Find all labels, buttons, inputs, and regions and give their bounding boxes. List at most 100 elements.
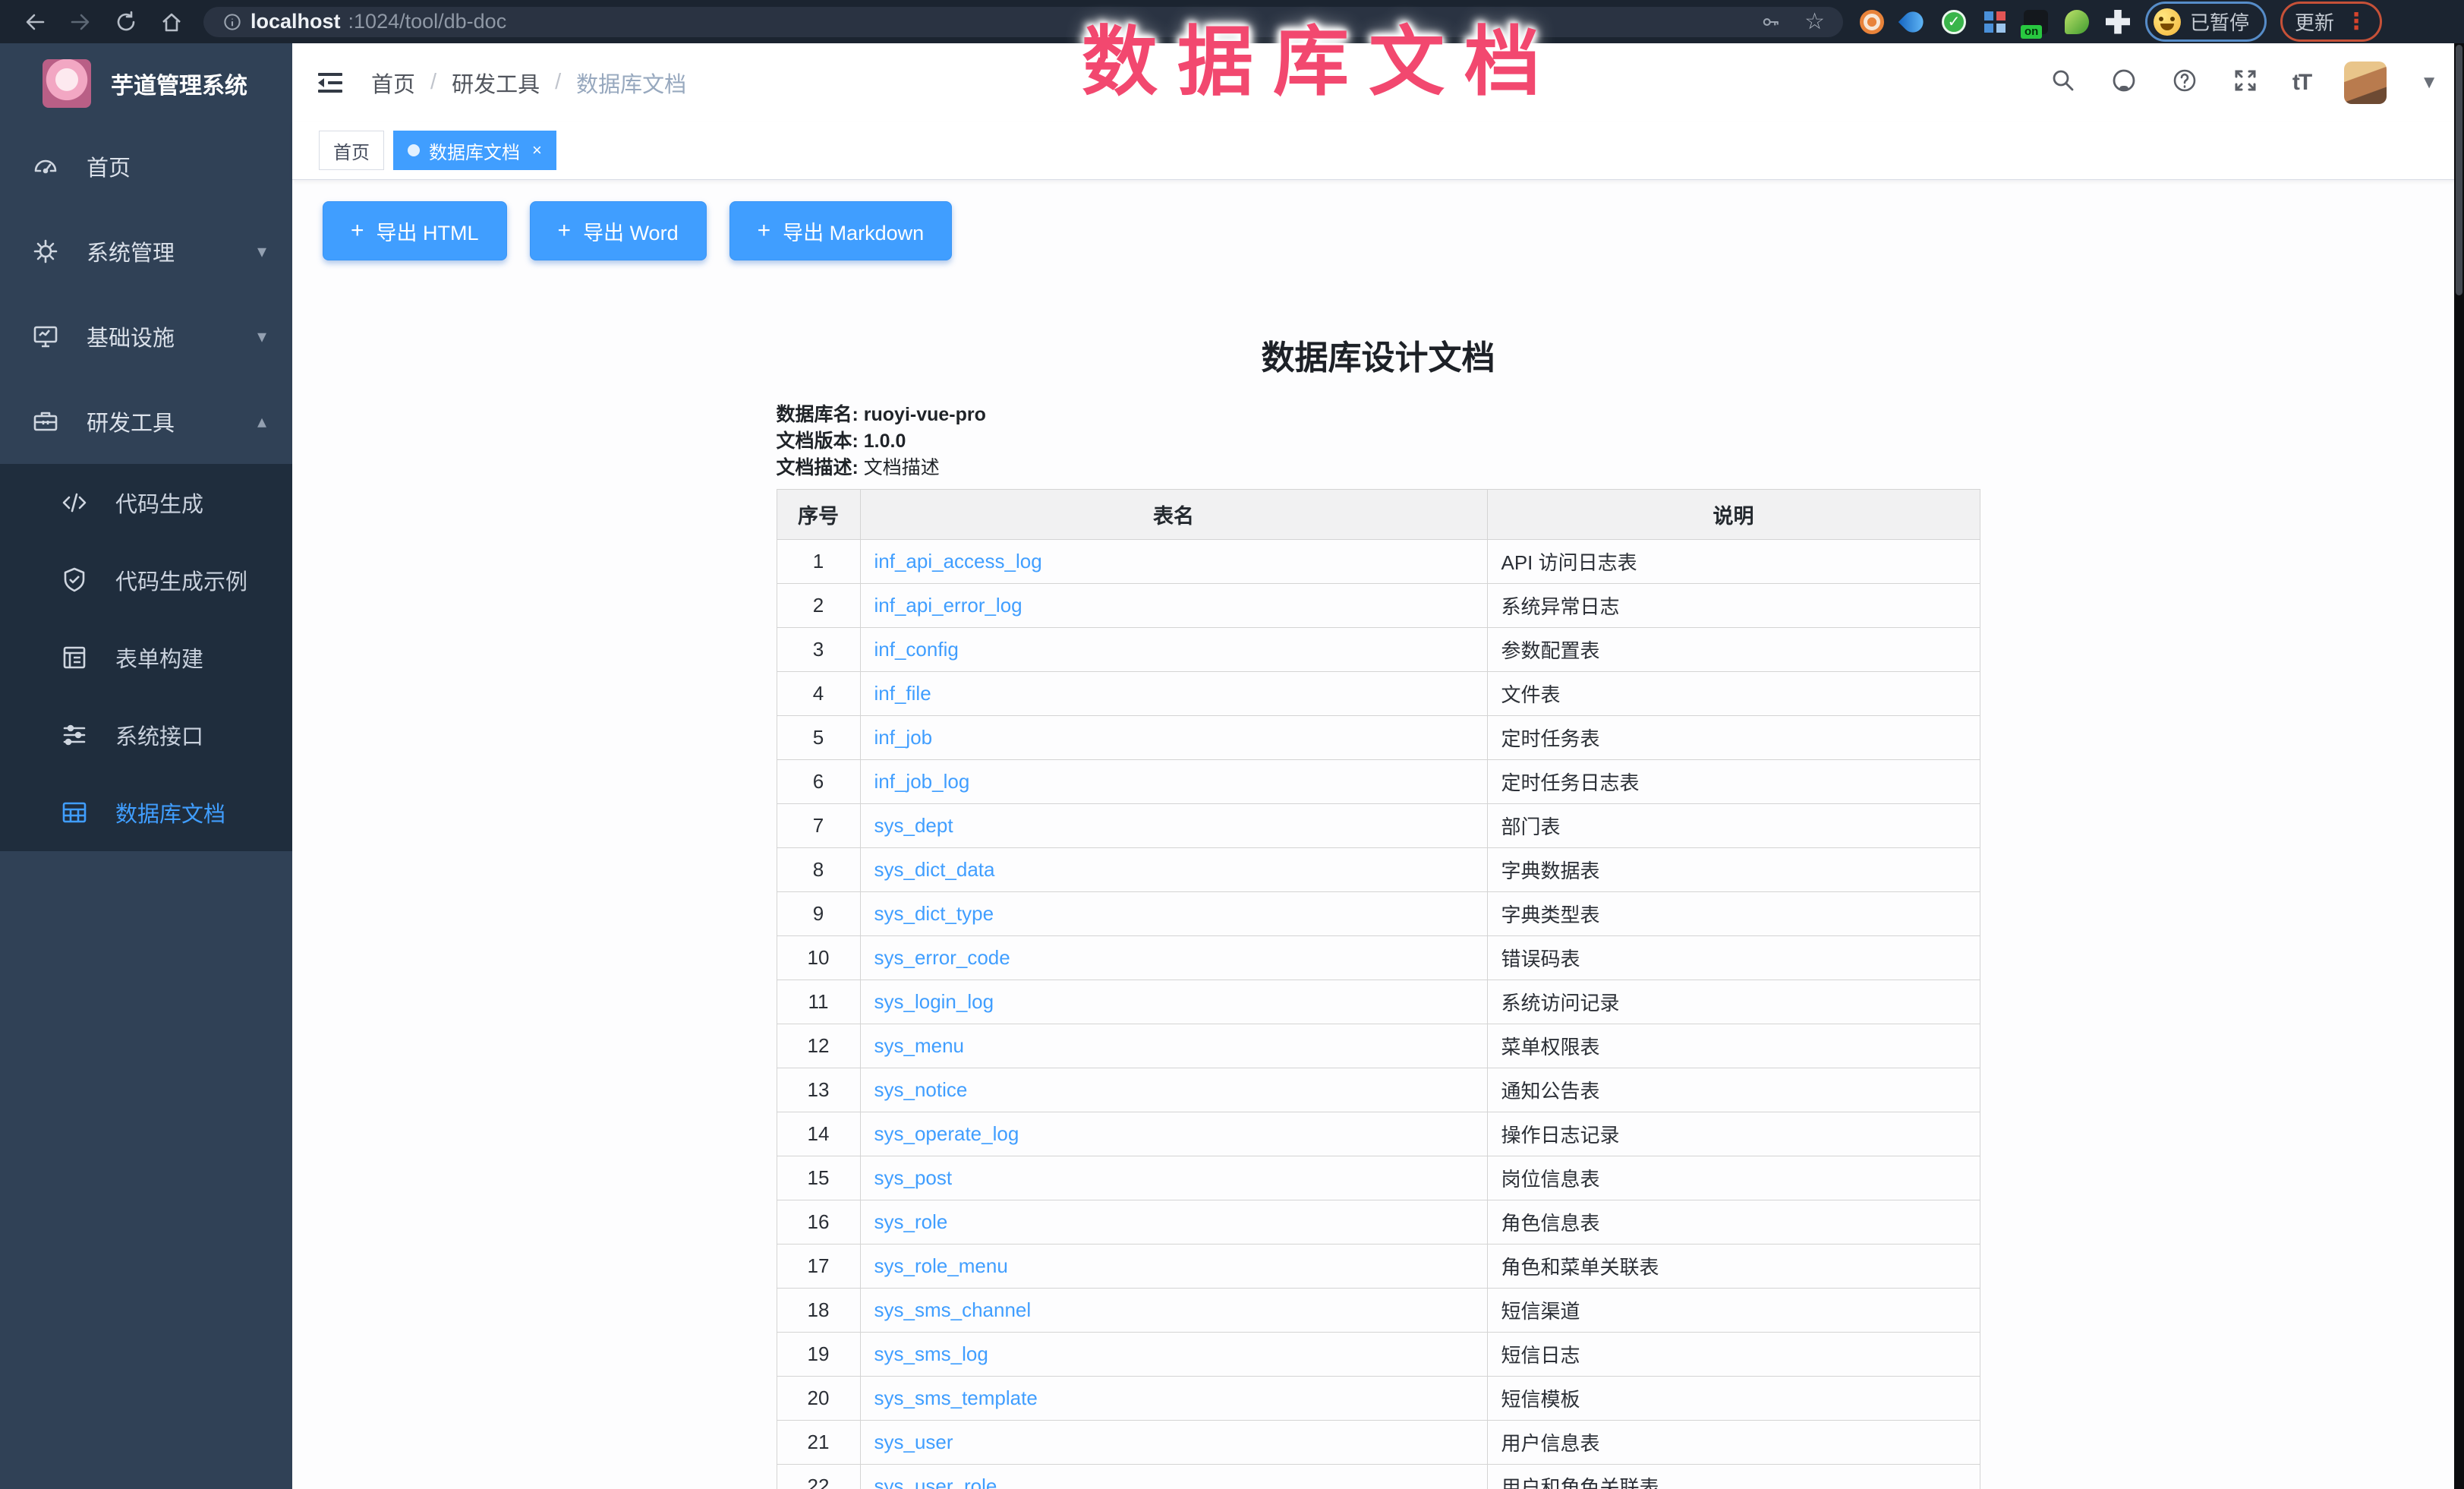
green-sprout-extension-icon[interactable] [2065, 10, 2089, 34]
row-index: 19 [777, 1333, 860, 1377]
table-description: 短信渠道 [1487, 1289, 1980, 1333]
sidebar-item-1[interactable]: 首页 [0, 124, 292, 209]
grid-extension-icon[interactable] [1983, 10, 2007, 34]
table-row: 18 sys_sms_channel 短信渠道 [777, 1289, 1980, 1333]
table-name-link[interactable]: sys_user [874, 1431, 953, 1453]
blue-pin-extension-icon[interactable] [1898, 7, 1927, 36]
chevron-down-icon[interactable]: ▼ [2420, 72, 2438, 93]
dashboard-icon [32, 153, 64, 180]
close-icon[interactable]: × [532, 140, 542, 160]
row-index: 4 [777, 672, 860, 716]
font-size-icon[interactable]: tT [2292, 70, 2311, 96]
code-icon [61, 489, 93, 516]
sidebar-subitem-5[interactable]: 数据库文档 [0, 774, 292, 851]
table-row: 21sys_user用户信息表 [777, 1421, 1980, 1465]
table-name-link[interactable]: sys_sms_channel [874, 1298, 1032, 1321]
orange-ring-extension-icon[interactable] [1860, 10, 1884, 34]
sidebar-subitem-label: 代码生成 [115, 487, 203, 519]
browser-update-button[interactable]: 更新 ⋮ [2280, 2, 2382, 42]
bookmark-star-icon[interactable]: ☆ [1804, 8, 1825, 35]
table-description: 错误码表 [1487, 936, 1980, 980]
sidebar-logo[interactable]: 芋道管理系统 [0, 43, 292, 124]
table-name-link[interactable]: sys_role_menu [874, 1254, 1008, 1277]
password-key-icon[interactable] [1760, 11, 1782, 33]
main-area: 首页/研发工具/数据库文档 tT ▼ 首页数据库文档× [292, 43, 2464, 1489]
update-label: 更新 [2295, 8, 2334, 36]
sidebar-subitem-1[interactable]: 代码生成 [0, 464, 292, 541]
tab-1[interactable]: 首页 [319, 131, 384, 170]
table-name-link[interactable]: sys_error_code [874, 946, 1010, 969]
sidebar-subitem-label: 代码生成示例 [115, 564, 247, 596]
table-name-link[interactable]: sys_role [874, 1210, 948, 1233]
shield-check-icon [61, 566, 93, 594]
table-name-link[interactable]: inf_job [874, 726, 933, 749]
green-check-extension-icon[interactable]: ✓ [1942, 10, 1966, 34]
table-name-link[interactable]: sys_login_log [874, 990, 994, 1013]
browser-home-icon[interactable] [149, 10, 194, 34]
table-description: 岗位信息表 [1487, 1156, 1980, 1200]
tab-label: 数据库文档 [429, 137, 520, 164]
table-name-link[interactable]: inf_file [874, 682, 931, 705]
fullscreen-icon[interactable] [2232, 67, 2259, 98]
tab-2[interactable]: 数据库文档 × [393, 131, 556, 170]
table-name-link[interactable]: sys_dept [874, 814, 953, 837]
table-name-link[interactable]: sys_sms_log [874, 1342, 988, 1365]
row-index: 18 [777, 1289, 860, 1333]
table-row: 2inf_api_error_log系统异常日志 [777, 584, 1980, 628]
table-name-link[interactable]: inf_job_log [874, 770, 970, 793]
sidebar-item-2[interactable]: 系统管理▾ [0, 209, 292, 294]
doc-meta: 数据库名: ruoyi-vue-pro文档版本: 1.0.0文档描述: 文档描述 [777, 402, 1980, 481]
table-name-link[interactable]: sys_user_role [874, 1475, 997, 1489]
browser-back-icon[interactable] [12, 10, 58, 34]
table-name-link[interactable]: inf_api_access_log [874, 550, 1042, 573]
toolbox-icon [32, 408, 64, 435]
table-name-link[interactable]: sys_menu [874, 1034, 965, 1057]
sidebar: 芋道管理系统 首页系统管理▾基础设施▾研发工具▴ 代码生成代码生成示例表单构建系… [0, 43, 292, 1489]
table-name-link[interactable]: sys_dict_data [874, 858, 995, 881]
scrollbar-thumb[interactable] [2456, 45, 2462, 295]
breadcrumb-item-1[interactable]: 首页 [371, 67, 415, 99]
sidebar-subitem-4[interactable]: 系统接口 [0, 696, 292, 774]
breadcrumb-item-3: 数据库文档 [576, 67, 686, 99]
sidebar-collapse-icon[interactable] [315, 68, 345, 98]
browser-menu-icon[interactable]: ⋮ [2345, 11, 2368, 33]
row-index: 13 [777, 1068, 860, 1112]
sidebar-item-4[interactable]: 研发工具▴ [0, 379, 292, 464]
site-info-icon[interactable] [222, 11, 243, 33]
export-button-2[interactable]: +导出 Word [530, 201, 707, 260]
sidebar-subitem-label: 表单构建 [115, 642, 203, 674]
sidebar-subitem-3[interactable]: 表单构建 [0, 619, 292, 696]
table-name-link[interactable]: sys_dict_type [874, 902, 994, 925]
row-index: 8 [777, 848, 860, 892]
table-name-link[interactable]: inf_api_error_log [874, 594, 1022, 617]
help-icon[interactable] [2171, 67, 2198, 98]
on-badge-extension-icon[interactable]: on [2024, 10, 2048, 34]
sidebar-subitem-label: 系统接口 [115, 719, 203, 751]
doc-title: 数据库设计文档 [777, 330, 1980, 379]
table-name-link[interactable]: sys_post [874, 1166, 953, 1189]
breadcrumb-separator: / [430, 70, 436, 95]
table-name-link[interactable]: sys_operate_log [874, 1122, 1019, 1145]
table-name-link[interactable]: inf_config [874, 638, 959, 661]
user-avatar[interactable] [2344, 62, 2387, 104]
github-icon[interactable] [2110, 67, 2138, 98]
breadcrumb-item-2[interactable]: 研发工具 [452, 67, 540, 99]
export-button-3[interactable]: +导出 Markdown [729, 201, 953, 260]
browser-reload-icon[interactable] [103, 10, 149, 34]
browser-forward-icon[interactable] [58, 10, 103, 34]
row-index: 16 [777, 1200, 860, 1245]
address-bar[interactable]: localhost:1024/tool/db-doc ☆ [203, 7, 1843, 37]
table-name-link[interactable]: sys_notice [874, 1078, 968, 1101]
profile-paused-badge[interactable]: 已暂停 [2145, 2, 2267, 42]
sidebar-item-3[interactable]: 基础设施▾ [0, 294, 292, 379]
page-scrollbar[interactable] [2454, 43, 2464, 1489]
table-row: 20sys_sms_template短信模板 [777, 1377, 1980, 1421]
sidebar-subitem-2[interactable]: 代码生成示例 [0, 541, 292, 619]
search-icon[interactable] [2050, 67, 2077, 98]
extension-toolbar: ✓ on [1860, 10, 2130, 34]
table-row: 12sys_menu菜单权限表 [777, 1024, 1980, 1068]
puzzle-extension-icon[interactable] [2106, 10, 2130, 34]
table-name-link[interactable]: sys_sms_template [874, 1386, 1038, 1409]
breadcrumb: 首页/研发工具/数据库文档 [371, 67, 686, 99]
export-button-1[interactable]: +导出 HTML [323, 201, 507, 260]
